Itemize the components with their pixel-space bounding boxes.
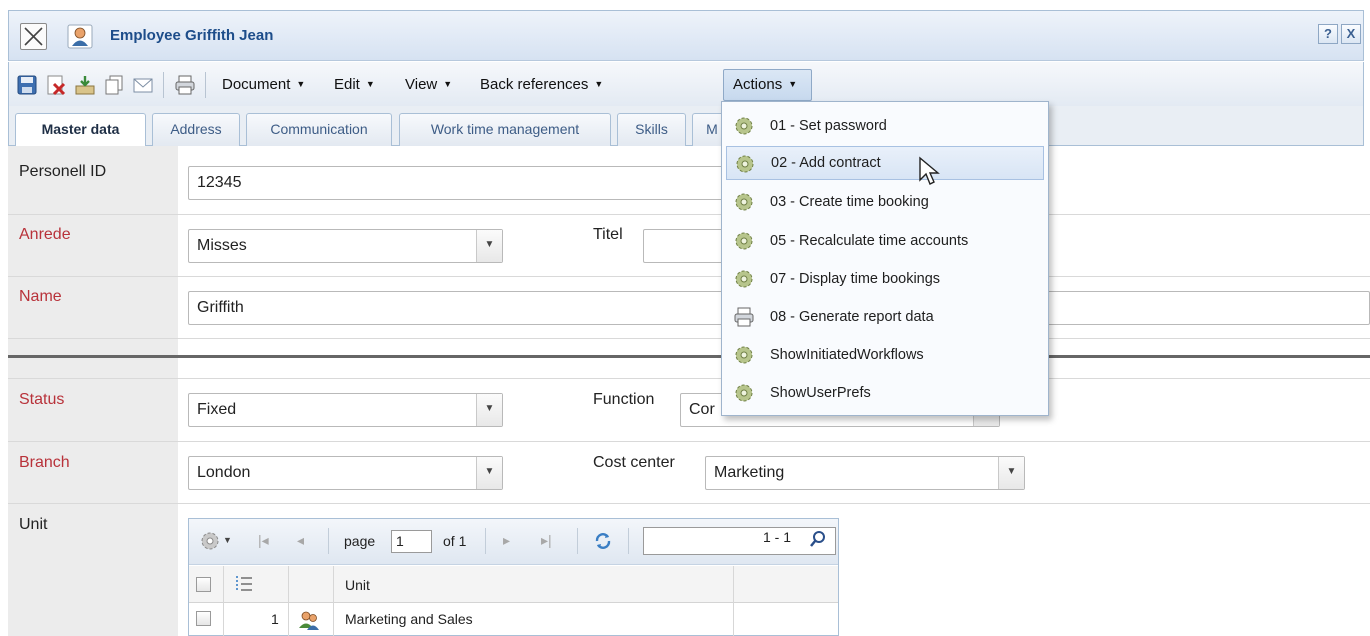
row-checkbox[interactable] xyxy=(196,611,211,626)
row-divider xyxy=(8,503,1370,504)
chevron-down-icon[interactable]: ▼ xyxy=(476,230,502,262)
table-row[interactable] xyxy=(189,604,838,636)
printer-icon xyxy=(734,307,754,327)
gear-icon xyxy=(735,346,753,364)
next-page-icon[interactable]: ▸ xyxy=(503,532,510,549)
group-icon xyxy=(299,611,319,630)
menu-item-recalculate-time-accounts[interactable]: 05 - Recalculate time accounts xyxy=(726,224,1044,258)
tab-work-time-management[interactable]: Work time management xyxy=(399,113,611,146)
row-divider xyxy=(8,378,1370,379)
personell-id-label: Personell ID xyxy=(19,163,107,180)
menu-edit[interactable]: Edit ▼ xyxy=(334,76,375,93)
refresh-icon[interactable] xyxy=(592,530,614,552)
page-count-label: of 1 xyxy=(443,533,467,549)
pager-separator xyxy=(628,528,629,554)
row-divider xyxy=(8,276,1370,277)
mail-icon[interactable] xyxy=(132,74,154,96)
unit-label: Unit xyxy=(19,516,48,533)
pager-separator xyxy=(328,528,329,554)
menu-document[interactable]: Document ▼ xyxy=(222,76,305,93)
titel-label: Titel xyxy=(593,226,623,243)
section-separator xyxy=(8,355,1370,358)
name-label: Name xyxy=(19,288,62,305)
column-header-unit[interactable]: Unit xyxy=(345,577,370,593)
delete-document-icon[interactable] xyxy=(45,74,67,96)
list-numbered-icon xyxy=(236,576,252,592)
anrede-select[interactable]: Misses ▼ xyxy=(188,229,503,263)
window-close-mini-button[interactable]: X xyxy=(1341,24,1361,44)
row-divider xyxy=(8,214,1370,215)
chevron-down-icon[interactable]: ▼ xyxy=(476,394,502,426)
window-title: Employee Griffith Jean xyxy=(110,27,274,44)
print-icon[interactable] xyxy=(174,74,196,96)
cost-center-value: Marketing xyxy=(714,464,785,481)
copy-icon[interactable] xyxy=(103,74,125,96)
select-all-checkbox[interactable] xyxy=(196,577,211,592)
last-page-icon[interactable]: ▸| xyxy=(541,532,552,549)
status-select[interactable]: Fixed ▼ xyxy=(188,393,503,427)
gear-icon xyxy=(736,155,754,173)
first-page-icon[interactable]: |◂ xyxy=(258,532,269,549)
menu-item-add-contract[interactable]: 02 - Add contract xyxy=(726,146,1044,180)
tab-address[interactable]: Address xyxy=(152,113,240,146)
prev-page-icon[interactable]: ◂ xyxy=(297,532,304,549)
tab-communication[interactable]: Communication xyxy=(246,113,392,146)
gear-icon xyxy=(735,270,753,288)
cost-center-select[interactable]: Marketing ▼ xyxy=(705,456,1025,490)
function-label: Function xyxy=(593,391,655,408)
grid-header xyxy=(189,566,838,603)
employee-icon xyxy=(67,24,93,49)
branch-select[interactable]: London ▼ xyxy=(188,456,503,490)
cost-center-label: Cost center xyxy=(593,454,675,471)
branch-label: Branch xyxy=(19,454,70,471)
save-icon[interactable] xyxy=(16,74,38,96)
pager-separator xyxy=(485,528,486,554)
row-divider xyxy=(8,441,1370,442)
menu-item-display-time-bookings[interactable]: 07 - Display time bookings xyxy=(726,262,1044,296)
chevron-down-icon[interactable]: ▼ xyxy=(476,457,502,489)
menu-back-references[interactable]: Back references ▼ xyxy=(480,76,603,93)
anrede-label: Anrede xyxy=(19,226,71,243)
menu-item-show-user-prefs[interactable]: ShowUserPrefs xyxy=(726,376,1044,410)
page-label: page xyxy=(344,533,376,549)
close-window-button[interactable] xyxy=(20,23,47,50)
menu-item-show-initiated-workflows[interactable]: ShowInitiatedWorkflows xyxy=(726,338,1044,372)
branch-value: London xyxy=(197,464,251,481)
menu-item-create-time-booking[interactable]: 03 - Create time booking xyxy=(726,185,1044,219)
export-icon[interactable] xyxy=(74,74,96,96)
help-button[interactable]: ? xyxy=(1318,24,1338,44)
titel-input[interactable] xyxy=(643,229,728,263)
personell-id-input[interactable]: 12345 xyxy=(188,166,728,200)
status-value: Fixed xyxy=(197,401,237,418)
search-icon[interactable] xyxy=(808,529,828,549)
tab-master-data[interactable]: Master data xyxy=(15,113,146,147)
tab-skills[interactable]: Skills xyxy=(617,113,686,146)
menu-actions[interactable]: Actions ▼ xyxy=(733,76,797,93)
gear-icon xyxy=(735,232,753,250)
pager-separator xyxy=(577,528,578,554)
menu-item-generate-report-data[interactable]: 08 - Generate report data xyxy=(726,300,1044,334)
gear-icon xyxy=(735,193,753,211)
page-input[interactable]: 1 xyxy=(391,530,432,553)
close-icon xyxy=(24,27,43,46)
row-number: 1 xyxy=(271,611,279,627)
chevron-down-icon[interactable]: ▼ xyxy=(998,457,1024,489)
mouse-cursor-icon xyxy=(919,156,940,185)
toolbar-separator xyxy=(205,72,206,98)
gear-icon xyxy=(735,384,753,402)
menu-view[interactable]: View ▼ xyxy=(405,76,452,93)
row-unit: Marketing and Sales xyxy=(345,611,473,627)
menu-item-set-password[interactable]: 01 - Set password xyxy=(726,109,1044,143)
gear-icon xyxy=(735,117,753,135)
anrede-value: Misses xyxy=(197,237,247,254)
record-range-label: 1 - 1 xyxy=(763,529,792,545)
row-divider xyxy=(8,338,1370,339)
function-value: Cor xyxy=(689,401,715,418)
chevron-down-icon[interactable]: ▼ xyxy=(223,535,232,545)
status-label: Status xyxy=(19,391,65,408)
toolbar-separator xyxy=(163,72,164,98)
toolbar xyxy=(8,62,1364,106)
gear-icon[interactable] xyxy=(199,530,221,552)
